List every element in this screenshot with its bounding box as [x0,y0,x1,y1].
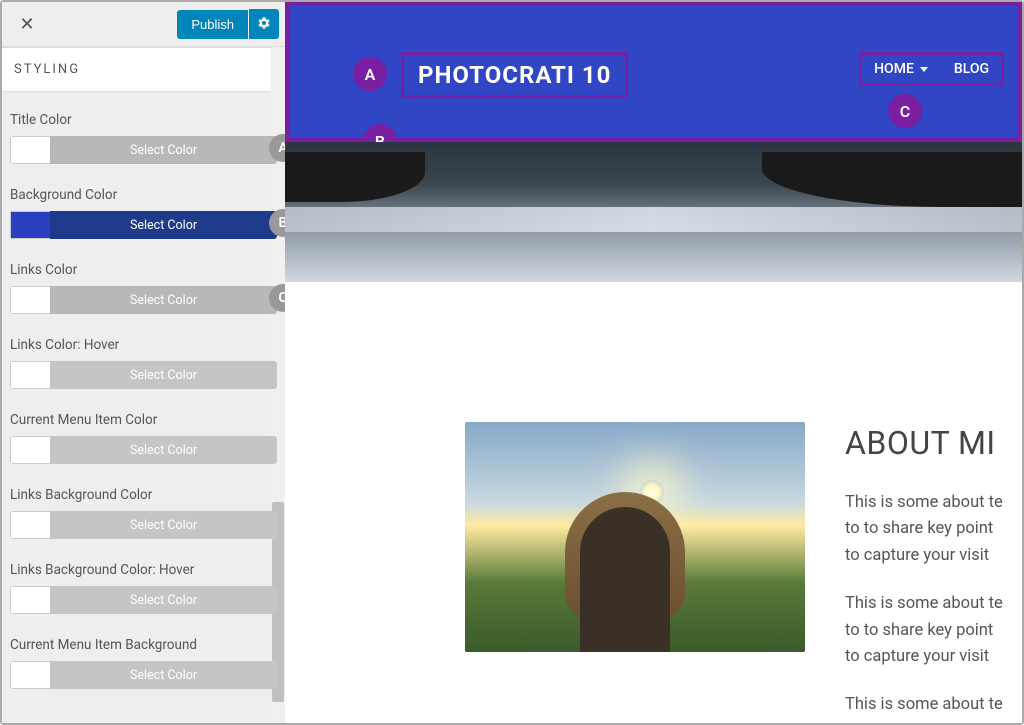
select-color-button[interactable]: Select Color [10,211,277,239]
close-button[interactable]: ✕ [8,5,46,43]
control-label: Links Background Color [10,487,277,503]
select-color-label[interactable]: Select Color [50,136,277,164]
customizer-sidebar: ✕ Publish STYLING Title Color Select Colo… [2,2,285,723]
select-color-label[interactable]: Select Color [50,436,277,464]
control-label: Links Color: Hover [10,337,277,353]
color-swatch[interactable] [10,286,50,314]
nav-link-label: HOME [874,61,914,77]
settings-button[interactable] [249,9,279,39]
about-section: ABOUT MI This is some about te to to sha… [285,282,1022,723]
nav-link[interactable]: BLOG [954,61,989,77]
about-paragraph: This is some about te [845,692,1003,718]
select-color-button[interactable]: Select Color [10,286,277,314]
sidebar-topbar: ✕ Publish [2,2,285,47]
hero-image [285,142,1022,282]
color-swatch[interactable] [10,211,50,239]
annotation-badge-c: C [888,94,922,128]
color-swatch[interactable] [10,586,50,614]
control-label: Background Color [10,187,277,203]
close-icon: ✕ [19,14,34,35]
color-swatch[interactable] [10,136,50,164]
color-control: Title ColorSelect ColorA [10,112,277,164]
select-color-button[interactable]: Select Color [10,136,277,164]
site-navbar: A PHOTOCRATI 10 B HOMEBLOG C [285,2,1022,142]
select-color-button[interactable]: Select Color [10,436,277,464]
site-title[interactable]: PHOTOCRATI 10 [401,52,628,98]
publish-button[interactable]: Publish [177,10,248,39]
gear-icon [257,15,271,34]
nav-link[interactable]: HOME [874,61,928,77]
about-paragraph: This is some about te to to share key po… [845,490,1003,569]
color-swatch[interactable] [10,436,50,464]
control-label: Links Background Color: Hover [10,562,277,578]
preview-pane: A PHOTOCRATI 10 B HOMEBLOG C ABOUT MI [285,2,1022,723]
color-control: Background ColorSelect ColorB [10,187,277,239]
control-label: Title Color [10,112,277,128]
color-control: Links ColorSelect ColorC [10,262,277,314]
color-control: Links Background Color: Hover Select Colo… [10,562,277,614]
color-control: Current Menu Item Color Select Color [10,412,277,464]
select-color-label[interactable]: Select Color [50,361,277,389]
control-label: Current Menu Item Background [10,637,277,653]
control-label: Current Menu Item Color [10,412,277,428]
annotation-badge-a: A [353,57,387,91]
color-swatch[interactable] [10,361,50,389]
control-label: Links Color [10,262,277,278]
about-paragraph: This is some about te to to share key po… [845,591,1003,670]
color-control: Links Color: Hover Select Color [10,337,277,389]
select-color-button[interactable]: Select Color [10,586,277,614]
select-color-label[interactable]: Select Color [50,661,277,689]
select-color-button[interactable]: Select Color [10,661,277,689]
select-color-button[interactable]: Select Color [10,361,277,389]
select-color-label[interactable]: Select Color [50,586,277,614]
chevron-down-icon [920,67,928,72]
nav-links: HOME BLOG [859,52,1004,86]
select-color-button[interactable]: Select Color [10,511,277,539]
select-color-label[interactable]: Select Color [50,211,277,239]
color-control: Links Background Color Select Color [10,487,277,539]
select-color-label[interactable]: Select Color [50,511,277,539]
color-swatch[interactable] [10,511,50,539]
about-heading: ABOUT MI [845,424,1003,462]
color-control: Current Menu Item Background Select Color [10,637,277,689]
section-header: STYLING [2,47,285,92]
select-color-label[interactable]: Select Color [50,286,277,314]
color-swatch[interactable] [10,661,50,689]
nav-link-label: BLOG [954,61,989,77]
about-image [465,422,805,652]
controls-panel: Title ColorSelect ColorABackground Color… [2,92,285,723]
